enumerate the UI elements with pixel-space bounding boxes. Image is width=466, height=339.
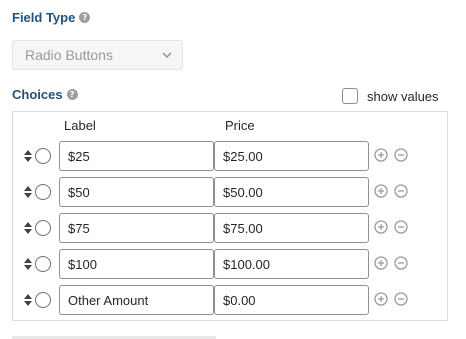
column-header-price: Price xyxy=(225,118,255,133)
question-circle-icon[interactable]: ? xyxy=(66,89,78,100)
add-choice-icon[interactable] xyxy=(374,256,388,270)
add-choice-icon[interactable] xyxy=(374,220,388,234)
choice-label-input[interactable]: Other Amount xyxy=(59,285,214,315)
choice-price-input[interactable]: $75.00 xyxy=(214,213,369,243)
add-choice-icon[interactable] xyxy=(374,184,388,198)
choice-row: Other Amount $0.00 xyxy=(12,285,448,315)
default-choice-radio[interactable] xyxy=(35,220,51,236)
choice-label-input[interactable]: $25 xyxy=(59,141,214,171)
remove-choice-icon[interactable] xyxy=(394,256,408,270)
show-values-toggle[interactable]: show values xyxy=(342,88,439,104)
column-header-label: Label xyxy=(64,118,96,133)
field-type-label: Field Type xyxy=(12,10,76,25)
choice-label-input[interactable]: $50 xyxy=(59,177,214,207)
add-choice-icon[interactable] xyxy=(374,292,388,306)
sort-handle-icon[interactable] xyxy=(24,222,32,234)
chevron-down-icon xyxy=(162,52,172,58)
field-type-heading: Field Type ? xyxy=(12,10,91,25)
question-circle-icon[interactable]: ? xyxy=(79,12,91,23)
choice-row: $25 $25.00 xyxy=(12,141,448,171)
default-choice-radio[interactable] xyxy=(35,148,51,164)
choices-heading: Choices ? xyxy=(12,87,78,102)
choices-label: Choices xyxy=(12,87,63,102)
field-type-select[interactable]: Radio Buttons xyxy=(12,40,183,70)
choice-row: $75 $75.00 xyxy=(12,213,448,243)
choice-row: $100 $100.00 xyxy=(12,249,448,279)
choice-row: $50 $50.00 xyxy=(12,177,448,207)
sort-handle-icon[interactable] xyxy=(24,294,32,306)
remove-choice-icon[interactable] xyxy=(394,292,408,306)
remove-choice-icon[interactable] xyxy=(394,220,408,234)
choice-price-input[interactable]: $0.00 xyxy=(214,285,369,315)
field-type-selected-value: Radio Buttons xyxy=(25,47,113,63)
choice-price-input[interactable]: $25.00 xyxy=(214,141,369,171)
choice-label-input[interactable]: $75 xyxy=(59,213,214,243)
show-values-label: show values xyxy=(367,88,439,104)
sort-handle-icon[interactable] xyxy=(24,186,32,198)
default-choice-radio[interactable] xyxy=(35,256,51,272)
sort-handle-icon[interactable] xyxy=(24,150,32,162)
remove-choice-icon[interactable] xyxy=(394,184,408,198)
remove-choice-icon[interactable] xyxy=(394,148,408,162)
choice-label-input[interactable]: $100 xyxy=(59,249,214,279)
default-choice-radio[interactable] xyxy=(35,184,51,200)
show-values-checkbox[interactable] xyxy=(342,88,358,104)
default-choice-radio[interactable] xyxy=(35,292,51,308)
add-choice-icon[interactable] xyxy=(374,148,388,162)
choice-price-input[interactable]: $100.00 xyxy=(214,249,369,279)
choice-price-input[interactable]: $50.00 xyxy=(214,177,369,207)
sort-handle-icon[interactable] xyxy=(24,258,32,270)
